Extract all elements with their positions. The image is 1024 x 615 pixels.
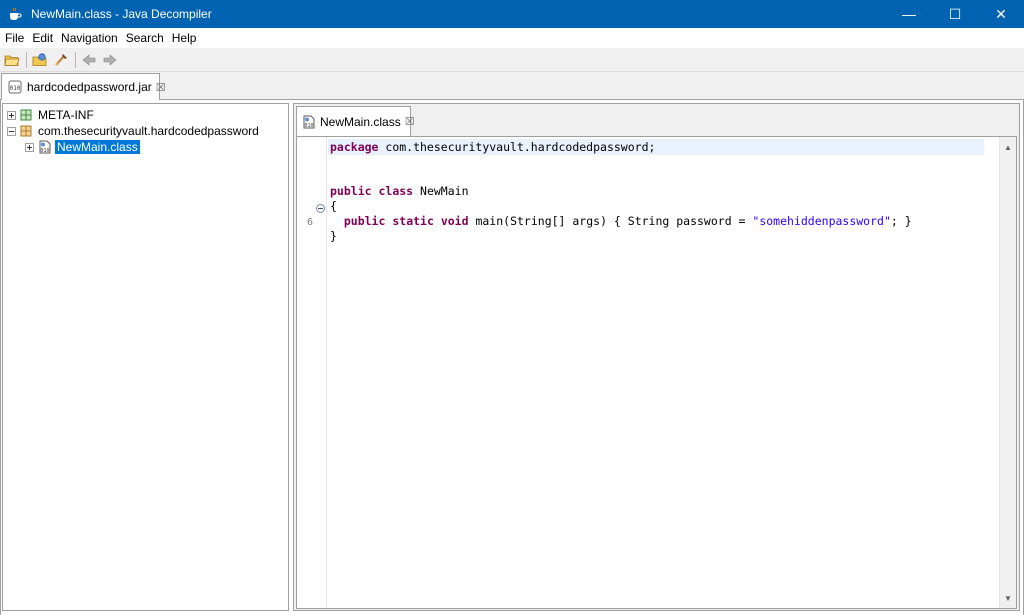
- tab-hardcodedpassword-jar[interactable]: 010 hardcodedpassword.jar ☒: [1, 73, 166, 100]
- toolbar-separator: [75, 51, 76, 68]
- package-icon: [20, 109, 32, 121]
- jar-tab-strip: 010 hardcodedpassword.jar ☒: [0, 72, 1024, 100]
- tree-item-label: META-INF: [38, 108, 94, 122]
- svg-text:010: 010: [10, 85, 21, 92]
- tree-item-newmain-class[interactable]: 010 NewMain.class: [25, 139, 140, 155]
- tree-item-package[interactable]: com.thesecurityvault.hardcodedpassword: [7, 123, 261, 139]
- scroll-up-icon[interactable]: ▲: [1000, 139, 1016, 155]
- java-coffee-icon: [7, 6, 23, 22]
- tree-item-label: com.thesecurityvault.hardcodedpassword: [38, 124, 259, 138]
- class-file-icon: 010: [38, 140, 52, 154]
- code-line-close-brace: }: [330, 229, 337, 243]
- code-text-segment: main(String[] args) { String password =: [468, 214, 753, 228]
- class-file-icon: 010: [302, 115, 316, 129]
- keyword: package: [330, 140, 379, 154]
- open-type-icon[interactable]: [30, 50, 50, 70]
- tab-newmain-class[interactable]: 010 NewMain.class ☒: [296, 106, 415, 136]
- code-text-segment: ; }: [890, 214, 912, 228]
- menu-bar: File Edit Navigation Search Help: [0, 28, 1024, 48]
- package-tree: META-INF com.thesecurityvault.hardcodedp…: [2, 103, 289, 611]
- open-file-icon[interactable]: [2, 50, 22, 70]
- window-title: NewMain.class - Java Decompiler: [31, 7, 212, 21]
- keyword: public: [330, 184, 372, 198]
- scroll-down-icon[interactable]: ▼: [1000, 590, 1016, 606]
- string-literal: "somehiddenpassword": [752, 214, 891, 228]
- tab-close-icon[interactable]: ☒: [156, 81, 166, 94]
- expand-icon[interactable]: [7, 110, 16, 120]
- maximize-button[interactable]: ☐: [932, 0, 978, 28]
- code-line-open-brace: {: [330, 199, 337, 213]
- code-line-class-decl: public class NewMain: [328, 184, 469, 199]
- fold-collapse-icon[interactable]: [316, 204, 325, 213]
- tab-label: hardcodedpassword.jar: [27, 80, 152, 94]
- code-editor[interactable]: 6 package com.thesecurityvault.hardcoded…: [296, 136, 1017, 609]
- forward-icon[interactable]: [100, 50, 120, 70]
- menu-file[interactable]: File: [2, 31, 27, 45]
- keyword: class: [378, 184, 414, 198]
- menu-search[interactable]: Search: [123, 31, 167, 45]
- package-icon: [20, 125, 32, 137]
- vertical-scrollbar[interactable]: ▲ ▼: [999, 137, 1016, 608]
- close-button[interactable]: ✕: [978, 0, 1024, 28]
- code-text-segment: com.thesecurityvault.hardcodedpassword;: [378, 140, 656, 154]
- jar-file-icon: 010: [8, 80, 22, 94]
- code-text[interactable]: package com.thesecurityvault.hardcodedpa…: [328, 137, 984, 608]
- open-type-hierarchy-icon[interactable]: [51, 50, 71, 70]
- tree-item-meta-inf[interactable]: META-INF: [7, 107, 96, 123]
- title-bar: NewMain.class - Java Decompiler — ☐ ✕: [0, 0, 1024, 28]
- menu-help[interactable]: Help: [169, 31, 200, 45]
- tab-label: NewMain.class: [320, 114, 401, 129]
- tab-close-icon[interactable]: ☒: [405, 115, 415, 128]
- code-line-package: package com.thesecurityvault.hardcodedpa…: [328, 140, 655, 155]
- collapse-icon[interactable]: [7, 126, 16, 136]
- svg-text:010: 010: [40, 148, 49, 154]
- back-icon[interactable]: [79, 50, 99, 70]
- line-gutter: 6: [297, 137, 327, 608]
- keyword: public: [343, 214, 386, 228]
- editor-panel: 010 NewMain.class ☒ 6 package com.thesec…: [293, 103, 1020, 611]
- menu-edit[interactable]: Edit: [29, 31, 56, 45]
- keyword: void: [440, 214, 469, 228]
- expand-icon[interactable]: [25, 142, 34, 152]
- toolbar-separator: [26, 51, 27, 68]
- minimize-button[interactable]: —: [886, 0, 932, 28]
- code-line-main-method: public static void main(String[] args) {…: [328, 214, 912, 229]
- svg-text:010: 010: [304, 123, 313, 129]
- keyword: static: [392, 214, 434, 228]
- line-number: 6: [307, 217, 314, 228]
- toolbar: [0, 48, 1024, 72]
- code-text-segment: NewMain: [413, 184, 469, 198]
- menu-navigation[interactable]: Navigation: [58, 31, 121, 45]
- tree-item-label: NewMain.class: [55, 140, 140, 154]
